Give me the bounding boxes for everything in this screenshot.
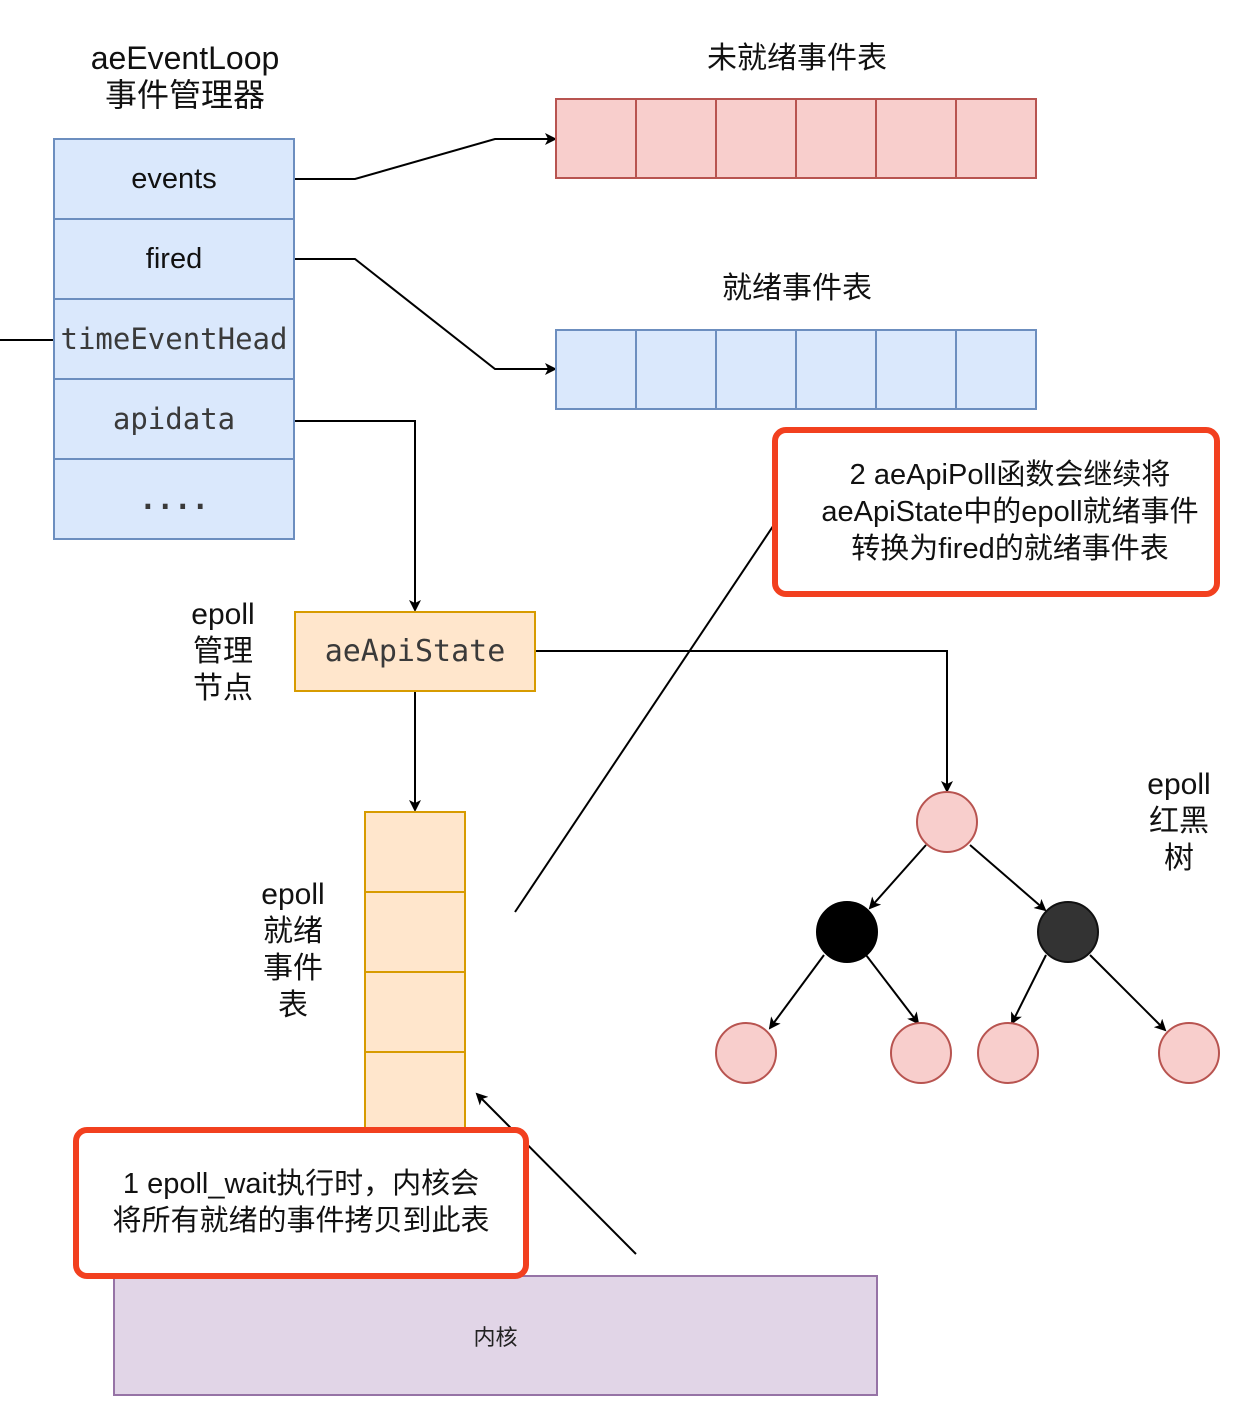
ready-table-slot[interactable] [635,329,717,410]
pending-table-slot[interactable] [555,98,637,179]
ready-table-title: 就绪事件表 [722,272,872,305]
epoll-ready-list-label: epoll 就绪 事件 表 [250,876,336,1024]
ready-table-slot[interactable] [875,329,957,410]
kernel-box[interactable]: 内核 [113,1275,878,1396]
epoll-list-slot[interactable] [364,891,466,973]
field-time-event-head[interactable]: timeEventHead [53,298,295,380]
epoll-ready-list-label-line: 事件 [263,952,323,985]
tree-edge [868,844,927,910]
rb-tree-label: epoll 红黑 树 [1134,766,1224,877]
step2-note-text: 2 aeApiPoll函数会继续将aeApiState中的epoll就绪事件转换… [821,458,1199,565]
pending-table-slot[interactable] [635,98,717,179]
tree-edge [768,954,825,1030]
api-state-label-line: 节点 [193,672,253,705]
api-state-name: aeApiState [324,634,506,669]
pending-table-title: 未就绪事件表 [707,42,887,75]
api-state-box[interactable]: aeApiState [294,611,536,692]
event-loop-title-line2: 事件管理器 [104,77,265,113]
rb-tree-label-line: 树 [1164,842,1194,875]
tree-node-leaf [890,1022,952,1084]
field-more[interactable]: .... [53,458,295,540]
step1-note-text: 1 epoll_wait执行时，内核会将所有就绪的事件拷贝到此表 [112,1168,490,1237]
tree-edge [969,844,1047,912]
ready-table-slot[interactable] [555,329,637,410]
tree-node-black-left [816,901,878,963]
ready-table-slot[interactable] [955,329,1037,410]
epoll-list-slot[interactable] [364,1051,466,1133]
step2-note: 2 aeApiPoll函数会继续将aeApiState中的epoll就绪事件转换… [772,427,1220,597]
events-arrow [295,133,557,180]
epoll-list-slot[interactable] [364,811,466,893]
event-loop-title-line1: aeEventLoop [90,40,280,76]
field-label: events [131,162,217,195]
field-fired[interactable]: fired [53,218,295,300]
fired-arrow [295,258,557,375]
tree-node-black-right [1037,901,1099,963]
epoll-ready-list-label-line: 表 [278,989,308,1022]
event-loop-title: aeEventLoop 事件管理器 [40,40,330,114]
epoll-ready-list-label-line: 就绪 [263,915,323,948]
field-events[interactable]: events [53,138,295,220]
tree-node-leaf [977,1022,1039,1084]
pending-table-slot[interactable] [715,98,797,179]
tree-edge [865,954,920,1025]
tree-node-leaf [1158,1022,1220,1084]
state-to-tree-arrow [536,650,953,793]
pending-table-slot[interactable] [955,98,1037,179]
pending-table-slot[interactable] [795,98,877,179]
field-label: timeEventHead [60,322,288,356]
apidata-arrow [295,420,421,612]
field-label: apidata [112,402,236,436]
api-state-label: epoll 管理 节点 [180,596,266,707]
rb-tree-label-line: 红黑 [1149,805,1209,838]
rb-tree-label-line: epoll [1147,768,1211,801]
field-label: fired [145,242,203,275]
tree-edge [1011,954,1047,1025]
kernel-label: 内核 [473,1324,518,1350]
api-state-label-line: 管理 [193,635,253,668]
ready-table-slot[interactable] [715,329,797,410]
tree-edge [1089,954,1167,1032]
api-state-label-line: epoll [191,598,255,631]
field-label: .... [139,482,209,516]
field-apidata[interactable]: apidata [53,378,295,460]
step1-note: 1 epoll_wait执行时，内核会将所有就绪的事件拷贝到此表 [73,1127,529,1279]
pending-table-slot[interactable] [875,98,957,179]
ready-table-slot[interactable] [795,329,877,410]
epoll-list-slot[interactable] [364,971,466,1053]
epoll-ready-list-label-line: epoll [261,878,325,911]
tree-node-root [916,791,978,853]
tree-node-leaf [715,1022,777,1084]
